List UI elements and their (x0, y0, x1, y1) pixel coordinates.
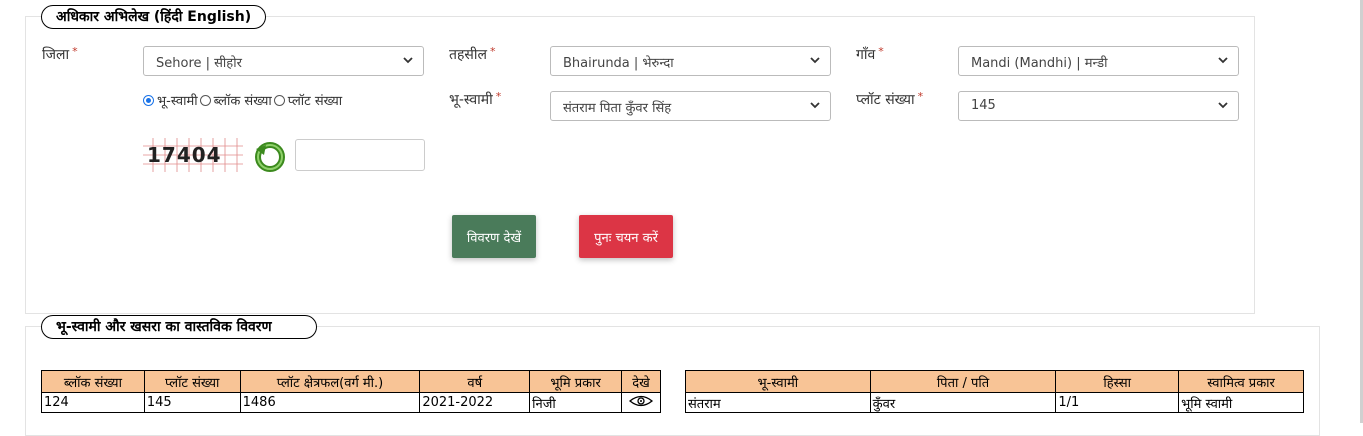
owner-label: भू-स्वामी * (449, 90, 501, 109)
village-select-value: Mandi (Mandhi) | मन्डी (971, 56, 1108, 71)
chevron-down-icon (810, 57, 820, 64)
radio-block-label: ब्लॉक संख्या (213, 94, 272, 109)
required-mark: * (490, 45, 496, 58)
plot-select[interactable]: 145 (958, 91, 1239, 121)
owner-details-table: भू-स्वामी पिता / पति हिस्सा स्वामित्व प्… (685, 370, 1304, 413)
chevron-down-icon (1218, 57, 1228, 64)
cell-owner: संतराम (685, 392, 871, 413)
district-label: जिला * (42, 45, 78, 64)
village-select[interactable]: Mandi (Mandhi) | मन्डी (958, 46, 1239, 76)
eye-icon[interactable] (628, 394, 654, 408)
header-ownership-type: स्वामित्व प्रकार (1178, 370, 1304, 393)
owner-select-value: संतराम पिता कुँवर सिंह (563, 101, 672, 116)
plot-details-table: ब्लॉक संख्या प्लॉट संख्या प्लॉट क्षेत्रफ… (41, 370, 662, 413)
header-year: वर्ष (419, 370, 531, 393)
owner-details-legend: भू-स्वामी और खसरा का वास्तविक विवरण (41, 315, 317, 339)
radio-block-dot[interactable] (199, 94, 211, 106)
view-details-button[interactable]: विवरण देखें (452, 215, 536, 258)
cell-land-type: निजी (529, 392, 622, 413)
header-plot-area: प्लॉट क्षेत्रफल(वर्ग मी.) (239, 370, 421, 393)
record-form-legend: अधिकार अभिलेख (हिंदी English) (41, 5, 267, 29)
cell-plot-area: 1486 (239, 392, 421, 413)
radio-owner-label: भू-स्वामी (157, 94, 198, 109)
captcha-image: 17404 (143, 138, 243, 172)
tehsil-select-value: Bhairunda | भेरुन्दा (563, 56, 674, 71)
cell-plot-number: 145 (143, 392, 241, 413)
table-header-row: ब्लॉक संख्या प्लॉट संख्या प्लॉट क्षेत्रफ… (41, 370, 662, 393)
captcha-input[interactable] (295, 139, 425, 171)
owner-select[interactable]: संतराम पिता कुँवर सिंह (550, 91, 831, 121)
header-share: हिस्सा (1055, 370, 1180, 393)
radio-plot-label: प्लॉट संख्या (287, 94, 343, 109)
tehsil-select[interactable]: Bhairunda | भेरुन्दा (550, 46, 831, 76)
cell-year: 2021-2022 (419, 392, 531, 413)
radio-plot-dot[interactable] (273, 94, 285, 106)
required-mark: * (72, 45, 78, 58)
radio-plot[interactable]: प्लॉट संख्या (273, 91, 343, 109)
table-row: 124 145 1486 2021-2022 निजी (41, 392, 662, 413)
header-view: देखे (620, 370, 662, 393)
district-select-value: Sehore | सीहोर (156, 56, 242, 71)
radio-block[interactable]: ब्लॉक संख्या (199, 91, 272, 109)
refresh-captcha-icon[interactable] (252, 139, 288, 173)
radio-owner[interactable]: भू-स्वामी (143, 91, 198, 109)
radio-owner-dot[interactable] (143, 94, 154, 106)
village-label: गाँव * (856, 45, 884, 64)
reset-selection-button[interactable]: पुनः चयन करें (579, 215, 673, 258)
header-land-type: भूमि प्रकार (529, 370, 622, 393)
search-by-radio-group: भू-स्वामी ब्लॉक संख्या प्लॉट संख्या (143, 91, 344, 109)
header-owner: भू-स्वामी (685, 370, 871, 393)
cell-view (620, 392, 662, 413)
header-block-number: ब्लॉक संख्या (41, 370, 145, 393)
cell-share: 1/1 (1055, 392, 1180, 413)
required-mark: * (917, 90, 924, 103)
cell-block-number: 124 (41, 392, 145, 413)
village-label-text: गाँव (856, 47, 876, 63)
district-label-text: जिला (42, 47, 70, 63)
required-mark: * (495, 90, 502, 103)
tehsil-label: तहसील * (449, 45, 496, 64)
header-father-husband: पिता / पति (869, 370, 1057, 393)
plot-label-text: प्लॉट संख्या (856, 92, 915, 108)
tehsil-label-text: तहसील (449, 47, 487, 63)
required-mark: * (878, 45, 884, 58)
chevron-down-icon (403, 57, 413, 64)
captcha-text: 17404 (147, 143, 222, 167)
table-header-row: भू-स्वामी पिता / पति हिस्सा स्वामित्व प्… (685, 370, 1304, 393)
chevron-down-icon (1218, 102, 1228, 109)
plot-select-value: 145 (971, 98, 996, 113)
table-row: संतराम कुँवर 1/1 भूमि स्वामी (685, 392, 1304, 413)
owner-label-text: भू-स्वामी (449, 92, 493, 108)
cell-father-husband: कुँवर (869, 392, 1057, 413)
header-plot-number: प्लॉट संख्या (143, 370, 241, 393)
chevron-down-icon (810, 102, 820, 109)
cell-ownership-type: भूमि स्वामी (1178, 392, 1304, 413)
district-select[interactable]: Sehore | सीहोर (143, 46, 424, 76)
plot-label: प्लॉट संख्या * (856, 90, 923, 109)
